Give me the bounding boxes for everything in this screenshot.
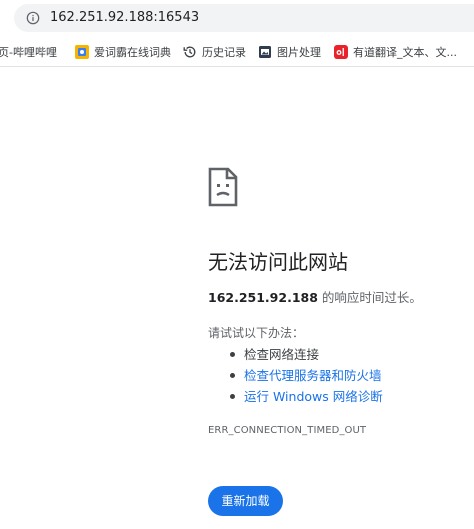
bookmark-label: 页-哔哩哔哩 [0, 46, 57, 59]
image-tool-icon [259, 46, 271, 58]
info-icon[interactable] [26, 11, 40, 25]
bookmark-label: 历史记录 [202, 46, 246, 59]
timeout-message: 的响应时间过长。 [317, 290, 422, 305]
suggestion-list: 检查网络连接 检查代理服务器和防火墙 运行 Windows 网络诊断 [227, 344, 383, 407]
bookmarks-bar: 页-哔哩哔哩 爱词霸在线词典 历史记录 图片处理 有道翻译_文本、文... [0, 38, 474, 67]
iciba-icon [75, 45, 89, 59]
host-name: 162.251.92.188 [208, 290, 318, 305]
bookmark-iciba[interactable]: 爱词霸在线词典 [75, 38, 171, 66]
bookmark-label: 有道翻译_文本、文... [353, 46, 457, 59]
address-bar[interactable]: 162.251.92.188:16543 [14, 4, 474, 32]
history-icon [183, 46, 196, 58]
suggestion-network-diagnostics-link[interactable]: 运行 Windows 网络诊断 [227, 386, 383, 407]
suggestion-check-connection: 检查网络连接 [227, 344, 383, 365]
bookmark-label: 爱词霸在线词典 [94, 46, 171, 59]
suggestion-check-proxy-link[interactable]: 检查代理服务器和防火墙 [227, 365, 383, 386]
url-text[interactable]: 162.251.92.188:16543 [50, 10, 199, 26]
bookmark-youdao[interactable]: 有道翻译_文本、文... [334, 38, 457, 66]
bookmark-history[interactable]: 历史记录 [183, 38, 246, 66]
bookmark-image-tool[interactable]: 图片处理 [258, 38, 321, 66]
sad-document-icon [208, 167, 238, 207]
browser-window: 162.251.92.188:16543 页-哔哩哔哩 爱词霸在线词典 历史记录 [0, 0, 474, 529]
bookmark-bilibili[interactable]: 页-哔哩哔哩 [0, 38, 57, 66]
suggestions-heading: 请试试以下办法： [208, 326, 305, 340]
reload-button[interactable]: 重新加载 [208, 486, 283, 516]
bookmark-label: 图片处理 [277, 46, 321, 59]
page-title: 无法访问此网站 [208, 250, 348, 274]
error-code: ERR_CONNECTION_TIMED_OUT [208, 425, 367, 436]
youdao-icon [334, 45, 348, 59]
error-description: 162.251.92.188 的响应时间过长。 [208, 290, 422, 306]
